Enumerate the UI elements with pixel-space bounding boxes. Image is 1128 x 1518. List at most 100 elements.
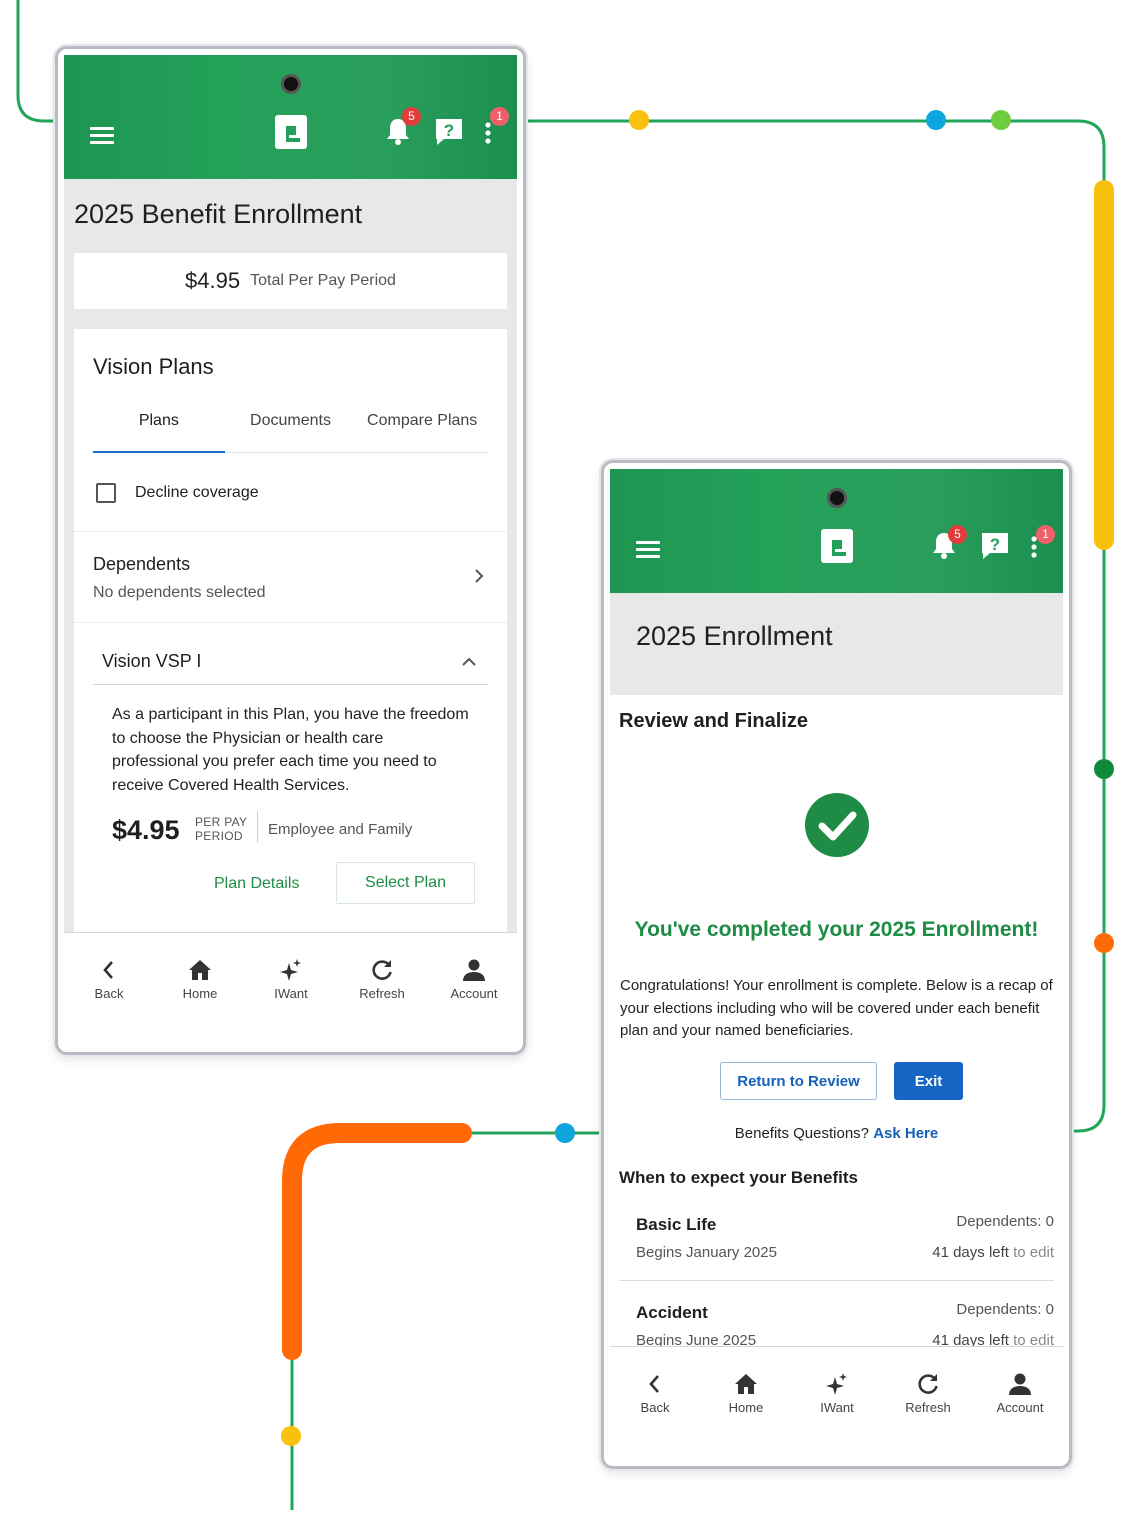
phone-benefit-enrollment: 5 ? 1 2025 Benefit Enrollment $4.95 Tota…: [55, 46, 526, 1055]
dependents-row[interactable]: Dependents No dependents selected: [74, 532, 507, 622]
total-cost-card: $4.95 Total Per Pay Period: [74, 253, 507, 309]
plan-tabs: Plans Documents Compare Plans: [93, 411, 488, 453]
nav-label: Back: [94, 986, 124, 1001]
bottom-nav: Back Home IWant Refresh Account: [64, 932, 517, 1046]
app-bar: 5 ? 1: [64, 55, 517, 179]
page-title: 2025 Enrollment: [636, 621, 833, 651]
chevron-right-icon: [475, 569, 484, 583]
to-edit: to edit: [1013, 1244, 1054, 1261]
paycom-logo-icon[interactable]: [820, 529, 853, 563]
sparkle-icon: [826, 1373, 847, 1395]
dependents-label: Dependents:: [956, 1213, 1042, 1230]
per-pay-line1: PER PAY: [195, 815, 248, 829]
phone-enrollment-complete: 5 ? 1 2025 Enrollment Review and Finaliz…: [601, 460, 1072, 1469]
benefits-questions: Benefits Questions? Ask Here: [610, 1125, 1063, 1142]
nav-iwant[interactable]: IWant: [256, 957, 326, 1001]
return-to-review-button[interactable]: Return to Review: [720, 1062, 877, 1100]
plan-description: As a participant in this Plan, you have …: [112, 706, 469, 794]
nav-refresh[interactable]: Refresh: [347, 957, 417, 1001]
price-separator: [257, 811, 258, 843]
more-badge: 1: [1036, 525, 1055, 544]
nav-refresh[interactable]: Refresh: [893, 1371, 963, 1415]
nav-label: Refresh: [359, 986, 405, 1001]
svg-text:?: ?: [444, 121, 454, 140]
dependents-label: Dependents:: [956, 1301, 1042, 1318]
decline-coverage-checkbox[interactable]: [96, 483, 116, 503]
exit-button[interactable]: Exit: [894, 1062, 963, 1100]
nav-label: IWant: [820, 1400, 854, 1415]
notifications-badge: 5: [948, 525, 967, 544]
benefit-dependents: Dependents: 0: [956, 1213, 1054, 1230]
select-plan-button[interactable]: Select Plan: [336, 862, 475, 904]
page-title: 2025 Benefit Enrollment: [74, 199, 363, 229]
bottom-nav: Back Home IWant Refresh Account: [610, 1346, 1063, 1460]
ask-here-link[interactable]: Ask Here: [873, 1125, 938, 1142]
divider: [74, 622, 507, 623]
notifications-badge: 5: [402, 107, 421, 126]
person-icon: [463, 959, 485, 981]
dependents-value: 0: [1045, 1213, 1054, 1230]
days-left: 41 days left: [932, 1244, 1009, 1261]
plan-price: $4.95: [112, 815, 180, 845]
nav-back[interactable]: Back: [620, 1371, 690, 1415]
tab-compare-plans[interactable]: Compare Plans: [356, 411, 488, 452]
tab-documents[interactable]: Documents: [225, 411, 357, 452]
nav-account[interactable]: Account: [985, 1371, 1055, 1415]
benefit-edit-window: 41 days left to edit: [932, 1244, 1054, 1261]
congrats-text: Congratulations! Your enrollment is comp…: [620, 977, 1053, 1039]
app-bar: 5 ? 1: [610, 469, 1063, 593]
nav-label: Back: [640, 1400, 670, 1415]
section-title: Review and Finalize: [619, 710, 808, 732]
person-icon: [1009, 1373, 1031, 1395]
camera-notch: [826, 488, 847, 508]
benefit-name: Basic Life: [636, 1215, 717, 1234]
help-chat-icon[interactable]: ?: [434, 117, 464, 147]
chevron-left-icon: [649, 1375, 659, 1393]
decline-coverage-label: Decline coverage: [135, 484, 259, 501]
dependents-title: Dependents: [93, 554, 191, 574]
hamburger-menu-icon[interactable]: [636, 539, 660, 559]
nav-back[interactable]: Back: [74, 957, 144, 1001]
tab-plans[interactable]: Plans: [93, 411, 225, 453]
section-title: Vision Plans: [93, 354, 214, 379]
camera-notch: [280, 74, 301, 94]
benefit-begins: Begins January 2025: [636, 1244, 777, 1261]
vision-plans-card: Vision Plans Plans Documents Compare Pla…: [74, 329, 507, 932]
nav-label: Home: [182, 986, 218, 1001]
per-pay-line2: PERIOD: [195, 829, 243, 843]
questions-text: Benefits Questions?: [734, 1125, 870, 1142]
check-circle-icon: [804, 793, 869, 857]
chevron-left-icon: [103, 961, 113, 979]
coverage-level: Employee and Family: [268, 821, 413, 838]
nav-label: Account: [450, 986, 498, 1001]
success-message: You've completed your 2025 Enrollment!: [634, 918, 1039, 941]
more-badge: 1: [490, 107, 509, 126]
nav-iwant[interactable]: IWant: [802, 1371, 872, 1415]
nav-label: IWant: [274, 986, 308, 1001]
refresh-icon: [918, 1374, 938, 1394]
home-icon: [189, 960, 211, 980]
paycom-logo-icon[interactable]: [274, 115, 307, 149]
chevron-up-icon: [462, 657, 476, 666]
hamburger-menu-icon[interactable]: [90, 125, 114, 145]
dependents-subtitle: No dependents selected: [93, 584, 266, 601]
nav-label: Account: [996, 1400, 1044, 1415]
screen-enrollment-complete: 5 ? 1 2025 Enrollment Review and Finaliz…: [610, 469, 1063, 1460]
nav-home[interactable]: Home: [711, 1371, 781, 1415]
more-vertical-icon[interactable]: [484, 121, 492, 145]
total-amount: $4.95: [185, 268, 241, 293]
dependents-value: 0: [1045, 1301, 1054, 1318]
expect-title: When to expect your Benefits: [619, 1168, 858, 1187]
total-label: Total Per Pay Period: [250, 272, 396, 289]
refresh-icon: [372, 960, 392, 980]
help-chat-icon[interactable]: ?: [980, 531, 1010, 561]
screen-benefit-enrollment: 5 ? 1 2025 Benefit Enrollment $4.95 Tota…: [64, 55, 517, 1046]
svg-text:?: ?: [990, 535, 1000, 554]
benefit-row[interactable]: Basic Life Begins January 2025 Dependent…: [619, 1199, 1054, 1281]
plan-details-button[interactable]: Plan Details: [214, 874, 299, 894]
nav-label: Home: [728, 1400, 764, 1415]
nav-home[interactable]: Home: [165, 957, 235, 1001]
plan-accordion-header[interactable]: Vision VSP I: [93, 641, 488, 685]
nav-label: Refresh: [905, 1400, 951, 1415]
nav-account[interactable]: Account: [439, 957, 509, 1001]
